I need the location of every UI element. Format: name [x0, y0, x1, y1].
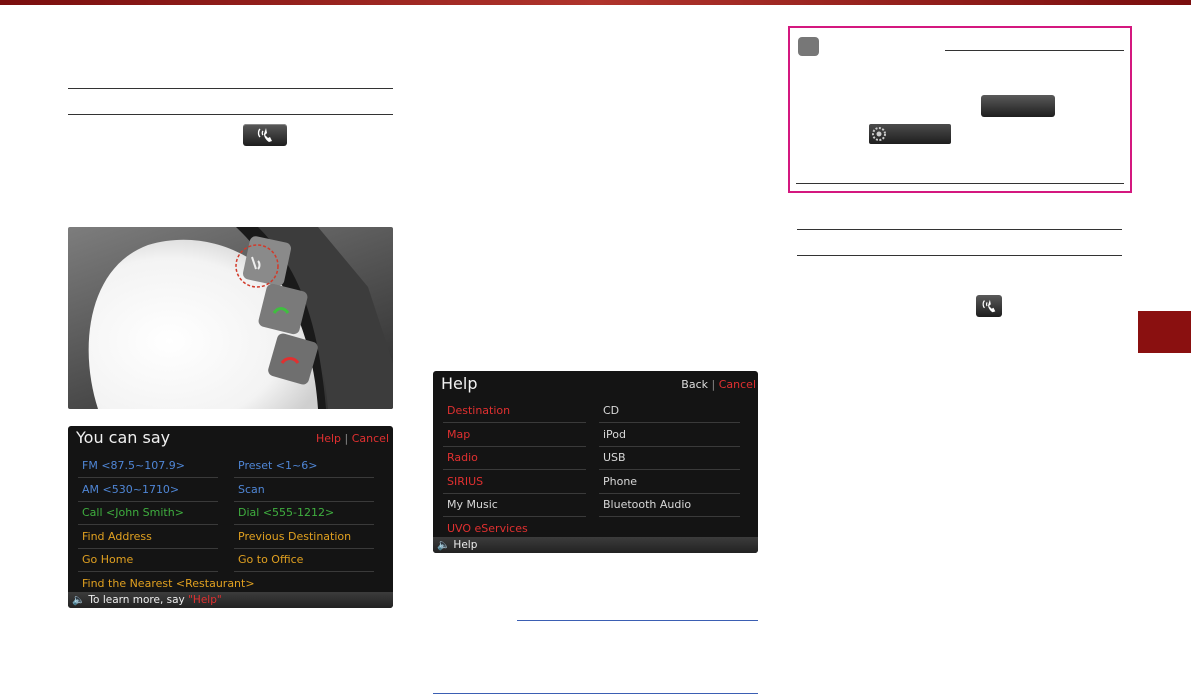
cancel-link[interactable]: Cancel — [719, 378, 756, 391]
help-topic-right[interactable]: iPod — [603, 428, 626, 441]
row-divider — [443, 516, 586, 517]
steering-wheel-buttons-photo — [68, 227, 393, 409]
row-divider — [599, 469, 740, 470]
row-divider — [234, 500, 374, 502]
you-can-say-actions: Help | Cancel — [316, 432, 389, 445]
command-left[interactable]: Find the Nearest <Restaurant> — [82, 577, 255, 590]
row-divider — [443, 445, 586, 447]
command-right[interactable]: Go to Office — [238, 553, 303, 566]
you-can-say-title: You can say — [76, 428, 171, 447]
row-divider — [599, 516, 740, 517]
top-accent-bar — [0, 0, 1191, 5]
speaker-icon: 🔈 — [72, 594, 86, 606]
action-separator: | — [344, 432, 349, 445]
help-topic-right[interactable]: USB — [603, 451, 626, 464]
gear-icon — [872, 127, 886, 141]
you-can-say-footer: 🔈 To learn more, say "Help" — [68, 592, 393, 608]
help-footer: 🔈 Help — [433, 537, 758, 553]
help-topic-right[interactable]: CD — [603, 404, 619, 417]
command-right[interactable]: Dial <555-1212> — [238, 506, 334, 519]
section-rule-bottom-right — [797, 255, 1122, 256]
help-screen: Help Back | Cancel Destination Map Radio SI… — [433, 371, 758, 553]
help-topic-left[interactable]: SIRIUS — [447, 475, 483, 488]
help-topic-left[interactable]: Map — [447, 428, 470, 441]
help-footer-label: Help — [453, 539, 478, 551]
help-link[interactable]: Help — [316, 432, 341, 445]
talk-button-graphic — [243, 124, 287, 146]
back-link[interactable]: Back — [681, 378, 708, 391]
command-left[interactable]: FM <87.5~107.9> — [82, 459, 185, 472]
row-divider — [78, 547, 218, 549]
help-title: Help — [441, 374, 478, 393]
rule-mid-2 — [433, 693, 758, 694]
row-divider — [599, 422, 740, 423]
row-divider — [234, 571, 374, 572]
row-divider — [78, 477, 218, 478]
footer-help-word: "Help" — [188, 594, 222, 606]
section-rule-top — [68, 88, 393, 89]
help-topic-right[interactable]: Phone — [603, 475, 637, 488]
note-marker — [798, 37, 819, 56]
row-divider — [78, 500, 218, 502]
command-left[interactable]: Go Home — [82, 553, 133, 566]
note-rule-top — [945, 50, 1124, 51]
row-divider — [443, 469, 586, 470]
note-box — [788, 26, 1132, 193]
row-divider — [234, 547, 374, 549]
cancel-link[interactable]: Cancel — [352, 432, 389, 445]
help-actions: Back | Cancel — [681, 378, 756, 391]
row-divider — [599, 492, 740, 494]
talk-button-graphic-small — [976, 295, 1002, 317]
row-divider — [443, 492, 586, 494]
command-right[interactable]: Preset <1~6> — [238, 459, 317, 472]
row-divider — [234, 477, 374, 478]
help-topic-left[interactable]: Destination — [447, 404, 510, 417]
action-separator: | — [711, 378, 716, 391]
you-can-say-screen: You can say Help | Cancel FM <87.5~107.9… — [68, 426, 393, 608]
settings-button-graphic — [869, 124, 951, 144]
row-divider — [234, 524, 374, 525]
command-right[interactable]: Previous Destination — [238, 530, 351, 543]
help-topic-left[interactable]: UVO eServices — [447, 522, 528, 535]
rule-mid-1 — [517, 620, 758, 621]
section-rule-top-right — [797, 229, 1122, 230]
voice-talk-icon — [982, 299, 996, 313]
section-rule-bottom — [68, 114, 393, 115]
row-divider — [599, 445, 740, 447]
note-rule-bottom — [796, 183, 1124, 184]
help-topic-left[interactable]: Radio — [447, 451, 478, 464]
on-screen-button-graphic — [981, 95, 1055, 117]
help-topic-left[interactable]: My Music — [447, 498, 498, 511]
footer-prompt: To learn more, say — [88, 594, 189, 606]
row-divider — [78, 524, 218, 525]
command-left[interactable]: AM <530~1710> — [82, 483, 179, 496]
help-topic-right[interactable]: Bluetooth Audio — [603, 498, 691, 511]
row-divider — [443, 422, 586, 423]
command-right[interactable]: Scan — [238, 483, 265, 496]
command-left[interactable]: Call <John Smith> — [82, 506, 184, 519]
voice-talk-icon — [257, 128, 272, 142]
speaker-icon: 🔈 — [437, 539, 451, 551]
chapter-tab — [1138, 311, 1191, 353]
command-left[interactable]: Find Address — [82, 530, 152, 543]
row-divider — [78, 571, 218, 572]
